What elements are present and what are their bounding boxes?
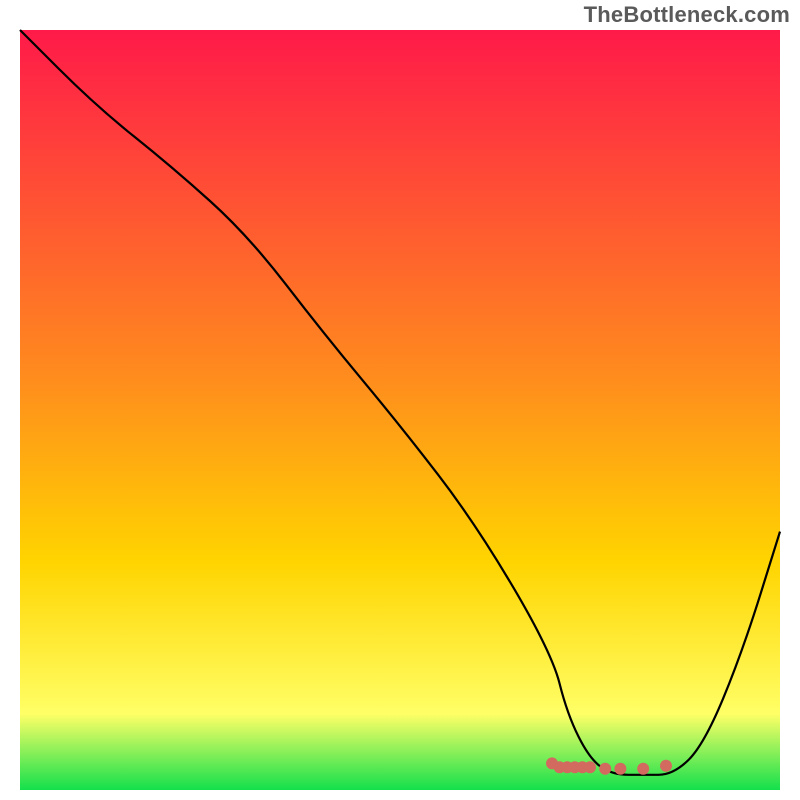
highlight-dot [637,763,649,775]
highlight-dot [660,760,672,772]
highlight-dot [599,763,611,775]
highlight-dot [614,763,626,775]
chart-container: TheBottleneck.com [0,0,800,800]
bottleneck-chart [0,0,800,800]
gradient-plot-area [20,30,780,790]
highlight-dot [584,761,596,773]
